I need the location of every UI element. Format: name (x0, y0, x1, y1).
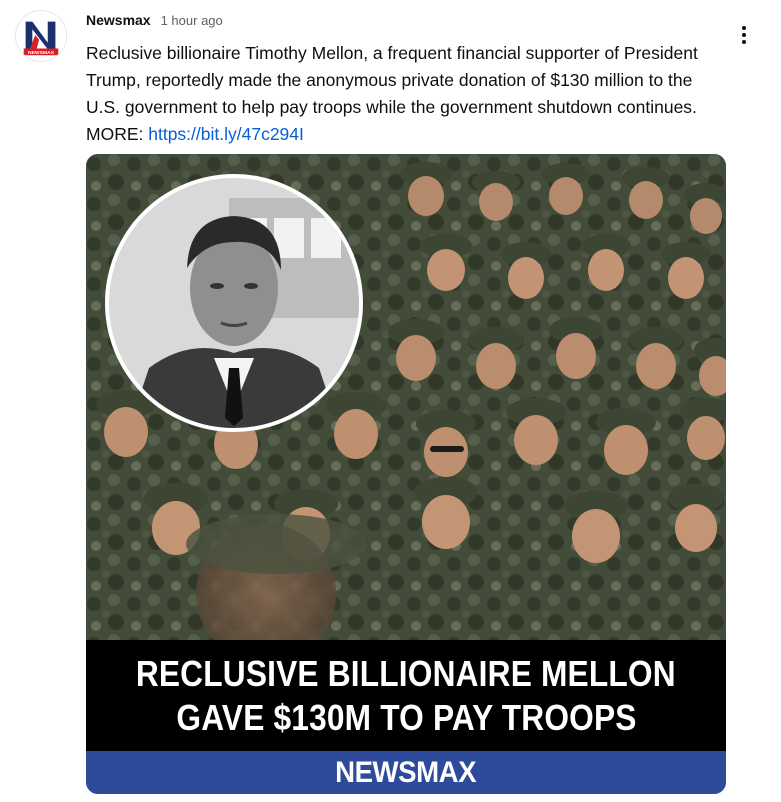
mellon-portrait (105, 174, 363, 432)
post-header: Newsmax 1 hour ago (86, 12, 223, 28)
portrait-photo (109, 178, 359, 428)
newsmax-wordmark: NEWSMAX (335, 755, 477, 789)
brand-bar: NEWSMAX (86, 751, 726, 794)
post-link[interactable]: https://bit.ly/47c294I (148, 124, 304, 144)
image-headline: RECLUSIVE BILLIONAIRE MELLON GAVE $130M … (86, 640, 726, 751)
channel-name[interactable]: Newsmax (86, 12, 151, 28)
channel-avatar[interactable]: NEWSMAX (15, 10, 67, 62)
post-text: Reclusive billionaire Timothy Mellon, a … (86, 40, 726, 148)
headline-line-2: GAVE $130M TO PAY TROOPS (175, 696, 637, 738)
post-image[interactable]: RECLUSIVE BILLIONAIRE MELLON GAVE $130M … (86, 154, 726, 794)
more-options-icon[interactable] (734, 22, 754, 48)
avatar-text: NEWSMAX (28, 50, 55, 56)
newsmax-logo-icon: NEWSMAX (16, 11, 66, 61)
post-timestamp[interactable]: 1 hour ago (161, 13, 223, 28)
headline-line-1: RECLUSIVE BILLIONAIRE MELLON (136, 652, 676, 694)
